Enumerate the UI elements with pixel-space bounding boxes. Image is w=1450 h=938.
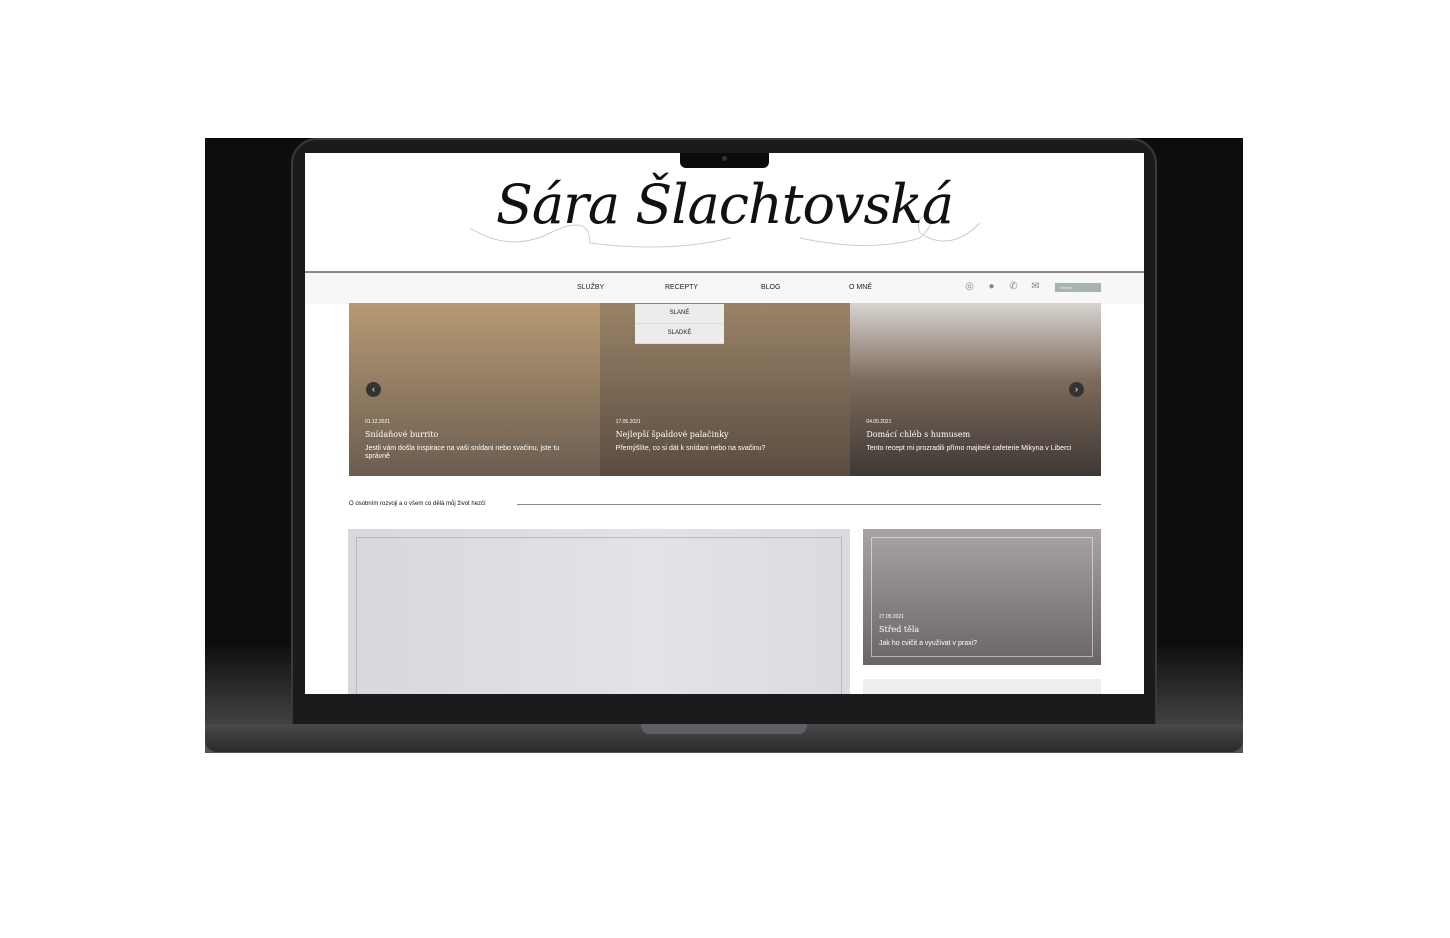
divider bbox=[517, 504, 1101, 505]
recepty-dropdown: SLANÉ SLADKÉ bbox=[635, 304, 724, 344]
facebook-icon[interactable]: ● bbox=[986, 281, 997, 292]
nav-sluzby[interactable]: SLUŽBY bbox=[577, 284, 604, 291]
laptop-base bbox=[205, 724, 1243, 752]
post-card[interactable]: 27.05.2021 Střed těla Jak ho cvičit a vy… bbox=[863, 529, 1101, 665]
slide[interactable]: 01.12.2021 Snídaňové burrito Jestli vám … bbox=[349, 303, 600, 476]
post-card[interactable] bbox=[863, 679, 1101, 694]
site-logo[interactable]: Sára Šlachtovská bbox=[305, 173, 1144, 236]
slide[interactable]: 04.05.2021 Domácí chléb s humusem Tento … bbox=[850, 303, 1102, 476]
next-arrow-icon[interactable]: › bbox=[1069, 382, 1084, 397]
camera-notch bbox=[680, 153, 769, 168]
laptop-groove bbox=[641, 724, 807, 734]
recipe-slider: ‹ › 01.12.2021 Snídaňové burrito Jestli … bbox=[349, 303, 1102, 476]
slide-desc: Tento recept mi prozradili přímo majitel… bbox=[866, 445, 1072, 452]
phone-icon[interactable]: ✆ bbox=[1008, 281, 1019, 292]
camera-icon bbox=[722, 156, 727, 161]
section-tagline: O osobním rozvoji a o všem co dělá můj ž… bbox=[349, 501, 486, 507]
dropdown-item-sladke[interactable]: SLADKÉ bbox=[635, 324, 724, 344]
instagram-icon[interactable]: ◎ bbox=[964, 281, 975, 292]
nav-recepty[interactable]: RECEPTY bbox=[665, 284, 698, 291]
slide-title: Snídaňové burrito bbox=[365, 430, 439, 439]
slide-desc: Přemýšlíte, co si dát k snídani nebo na … bbox=[615, 445, 766, 452]
card-frame bbox=[356, 537, 842, 694]
post-title: Střed těla bbox=[879, 625, 920, 634]
slide-date: 01.12.2021 bbox=[365, 419, 391, 425]
prev-arrow-icon[interactable]: ‹ bbox=[366, 382, 381, 397]
slide-title: Nejlepší špaldové palačinky bbox=[615, 430, 729, 439]
dropdown-item-slane[interactable]: SLANÉ bbox=[635, 304, 724, 324]
slide-date: 04.05.2021 bbox=[866, 419, 892, 425]
search-input[interactable]: Hledat... bbox=[1055, 283, 1101, 292]
post-desc: Jak ho cvičit a využívat v praxi? bbox=[879, 640, 978, 647]
card-frame bbox=[871, 537, 1093, 657]
post-date: 27.05.2021 bbox=[879, 614, 905, 620]
nav-blog[interactable]: BLOG bbox=[761, 284, 780, 291]
featured-post-image[interactable] bbox=[348, 529, 850, 694]
mail-icon[interactable]: ✉ bbox=[1030, 281, 1041, 292]
slide-date: 17.05.2021 bbox=[615, 419, 641, 425]
slide-desc: Jestli vám došla inspirace na vaši snída… bbox=[365, 445, 560, 460]
slide-title: Domácí chléb s humusem bbox=[866, 430, 971, 439]
main-nav: SLUŽBY RECEPTY BLOG O MNĚ ◎ ● ✆ ✉ Hledat… bbox=[305, 271, 1144, 304]
website-screen: Sára Šlachtovská SLUŽBY RECEPTY BLOG O M… bbox=[305, 153, 1144, 694]
nav-o-mne[interactable]: O MNĚ bbox=[849, 284, 872, 291]
